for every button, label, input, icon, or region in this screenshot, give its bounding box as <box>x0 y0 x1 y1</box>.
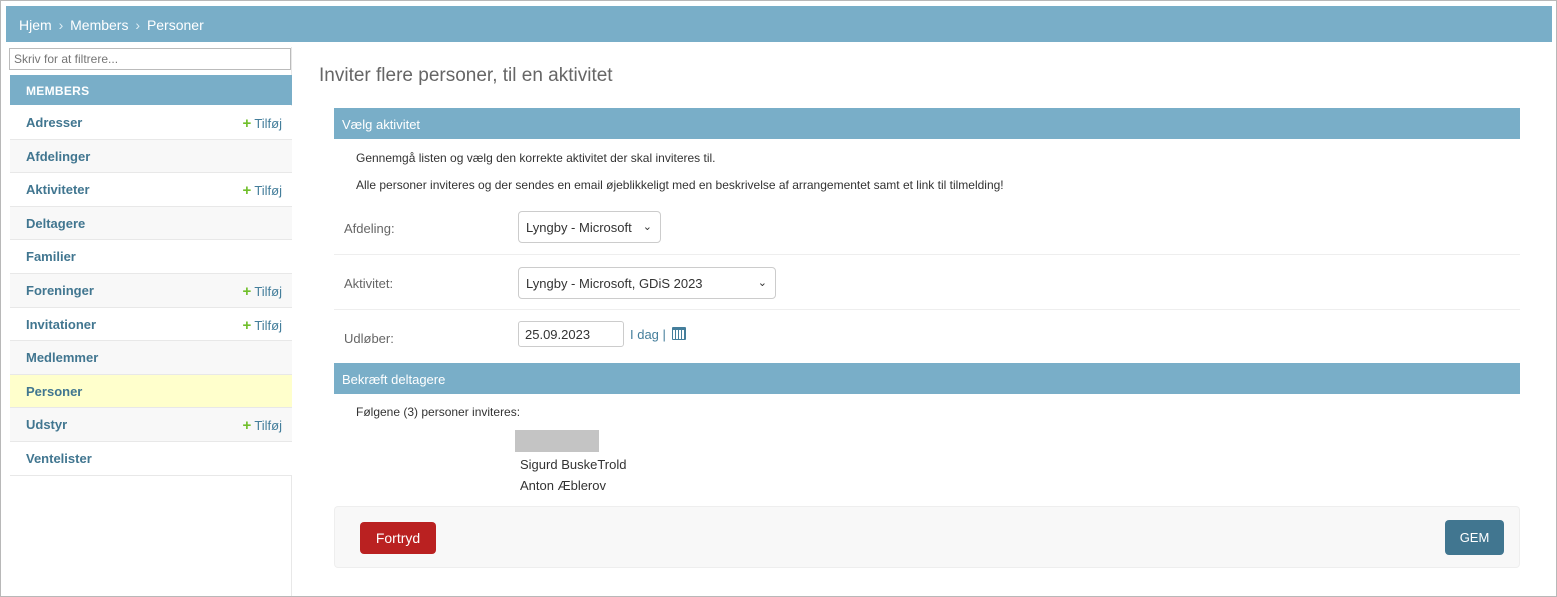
add-link-label: Tilføj <box>254 317 282 333</box>
sidebar-item-personer[interactable]: Personer <box>10 374 292 409</box>
form-row-afdeling: Afdeling: Lyngby - Microsoft ⌄ <box>334 200 1520 255</box>
app-frame: Hjem › Members › Personer MEMBERS Adress… <box>0 0 1557 597</box>
breadcrumb-members[interactable]: Members <box>70 17 128 33</box>
breadcrumb-current: Personer <box>146 17 204 33</box>
person-list-item: Sigurd BuskeTrold <box>520 457 627 472</box>
section-header-choose-activity: Vælg aktivitet <box>334 108 1520 139</box>
udlober-date-input[interactable]: 25.09.2023 <box>518 321 624 347</box>
chevron-down-icon: ⌄ <box>642 221 652 233</box>
sidebar-item-label[interactable]: Familier <box>26 249 76 264</box>
sidebar-item-label[interactable]: Foreninger <box>26 283 94 298</box>
plus-icon: + <box>242 282 252 300</box>
sidebar-item-label[interactable]: Afdelinger <box>26 149 90 164</box>
date-link-separator: | <box>662 327 666 342</box>
sidebar-item-foreninger[interactable]: Foreninger + Tilføj <box>10 273 292 308</box>
section-header-confirm-participants: Bekræft deltagere <box>334 363 1520 394</box>
invite-count-text: Følgene (3) personer inviteres: <box>356 405 521 419</box>
plus-icon: + <box>242 115 252 132</box>
sidebar-item-afdelinger[interactable]: Afdelinger <box>10 139 292 174</box>
add-link[interactable]: + Tilføj <box>243 283 282 300</box>
sidebar-item-familier[interactable]: Familier <box>10 240 292 274</box>
add-link[interactable]: + Tilføj <box>243 115 282 132</box>
udlober-label: Udløber: <box>344 331 394 346</box>
sidebar-item-invitationer[interactable]: Invitationer + Tilføj <box>10 307 292 342</box>
sidebar-filter-input[interactable] <box>9 48 291 70</box>
add-link[interactable]: + Tilføj <box>243 317 282 334</box>
add-link[interactable]: + Tilføj <box>243 417 282 434</box>
sidebar-item-label[interactable]: Personer <box>26 384 82 399</box>
afdeling-selected-value: Lyngby - Microsoft <box>526 220 632 235</box>
save-button[interactable]: GEM <box>1445 520 1504 555</box>
sidebar-item-medlemmer[interactable]: Medlemmer <box>10 341 292 375</box>
date-shortcuts: I dag | <box>630 327 686 342</box>
breadcrumb-separator: › <box>135 17 141 33</box>
breadcrumb-separator: › <box>58 17 64 33</box>
today-link[interactable]: I dag <box>630 327 659 342</box>
breadcrumb-home[interactable]: Hjem <box>19 17 52 33</box>
aktivitet-label: Aktivitet: <box>344 276 394 291</box>
sidebar: MEMBERS Adresser+TilføjAfdelingerAktivit… <box>8 47 292 596</box>
sidebar-nav: Adresser + Tilføj Afdelinger Aktiviteter + Til… <box>10 106 292 476</box>
sidebar-item-deltagere[interactable]: Deltagere <box>10 206 292 241</box>
sidebar-item-aktiviteter[interactable]: Aktiviteter + Tilføj <box>10 173 292 207</box>
sidebar-item-label[interactable]: Invitationer <box>26 317 96 332</box>
sidebar-item-label[interactable]: Aktiviteter <box>26 182 90 197</box>
afdeling-label: Afdeling: <box>344 221 395 236</box>
aktivitet-selected-value: Lyngby - Microsoft, GDiS 2023 <box>526 276 703 291</box>
section-description: Alle personer inviteres og der sendes en… <box>356 178 1004 192</box>
add-link-label: Tilføj <box>254 283 282 299</box>
main-content: Inviter flere personer, til en aktivitet… <box>293 47 1553 596</box>
chevron-down-icon: ⌄ <box>757 277 767 289</box>
sidebar-item-label[interactable]: Ventelister <box>26 451 92 466</box>
redacted-person-name <box>515 430 599 452</box>
sidebar-item-udstyr[interactable]: Udstyr + Tilføj <box>10 408 292 442</box>
sidebar-item-label[interactable]: Medlemmer <box>26 350 98 365</box>
add-link[interactable]: + Tilføj <box>243 182 282 199</box>
sidebar-item-adresser[interactable]: Adresser + Tilføj <box>10 106 292 140</box>
add-link-label: Tilføj <box>254 183 282 199</box>
form-row-aktivitet: Aktivitet: Lyngby - Microsoft, GDiS 2023… <box>334 256 1520 310</box>
sidebar-item-label[interactable]: Deltagere <box>26 216 85 231</box>
plus-icon: + <box>242 316 252 334</box>
sidebar-item-label[interactable]: Adresser <box>26 115 82 130</box>
add-link-label: Tilføj <box>254 418 282 434</box>
page-title: Inviter flere personer, til en aktivitet <box>319 65 613 86</box>
section-description: Gennemgå listen og vælg den korrekte akt… <box>356 151 716 165</box>
cancel-button[interactable]: Fortryd <box>360 522 436 554</box>
sidebar-section-members[interactable]: MEMBERS <box>10 75 292 105</box>
sidebar-item-ventelister[interactable]: Ventelister <box>10 441 292 476</box>
plus-icon: + <box>242 182 252 200</box>
plus-icon: + <box>242 417 252 435</box>
aktivitet-select[interactable]: Lyngby - Microsoft, GDiS 2023 ⌄ <box>518 267 776 299</box>
add-link-label: Tilføj <box>254 116 282 131</box>
person-list-item: Anton Æblerov <box>520 478 606 493</box>
calendar-icon[interactable] <box>671 327 686 340</box>
sidebar-item-label[interactable]: Udstyr <box>26 417 67 432</box>
afdeling-select[interactable]: Lyngby - Microsoft ⌄ <box>518 211 661 243</box>
breadcrumb: Hjem › Members › Personer <box>6 6 1552 42</box>
submit-row: Fortryd GEM <box>334 506 1520 568</box>
